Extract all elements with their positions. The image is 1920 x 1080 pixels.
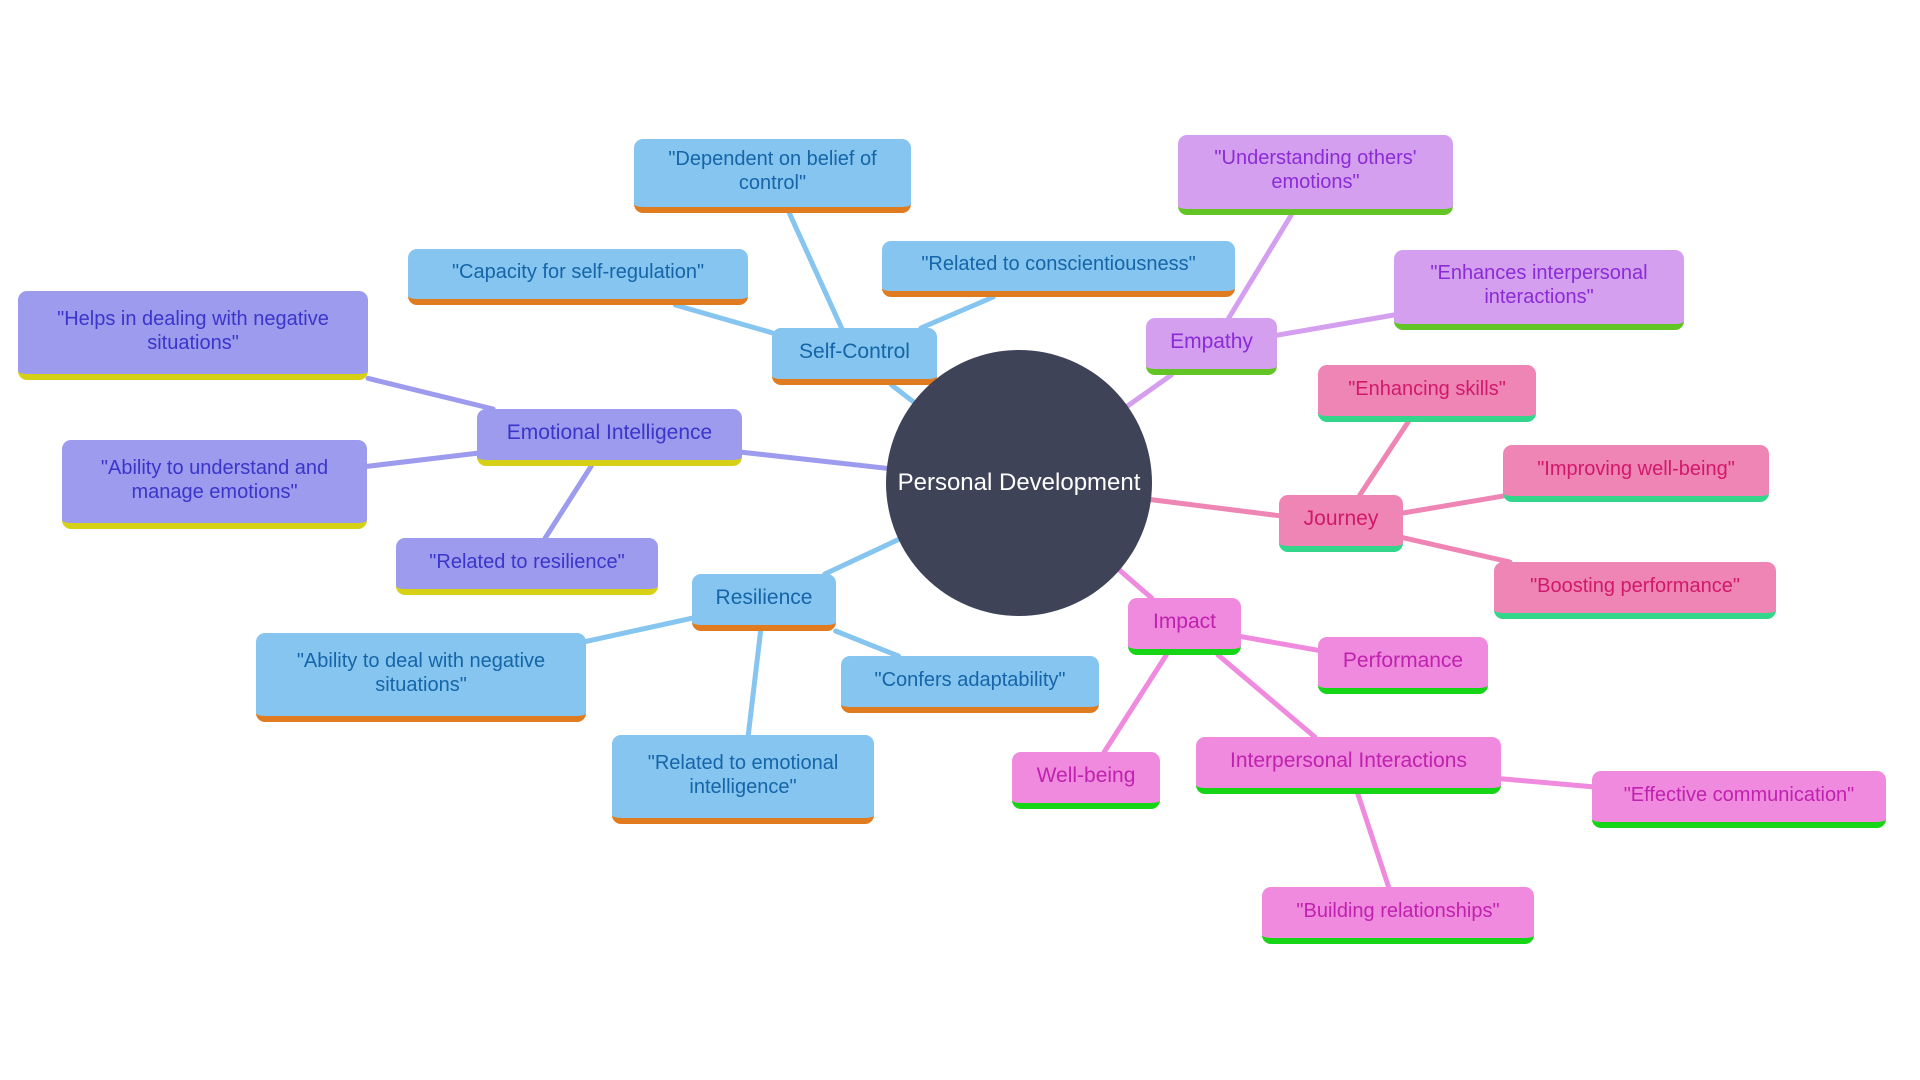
- node-label-rs_adapt: "Confers adaptability": [874, 668, 1066, 691]
- node-em_enhances[interactable]: "Enhances interpersonal interactions": [1394, 250, 1684, 330]
- edge-emotional_intelligence-to-ei_understand: [364, 450, 480, 469]
- node-resilience[interactable]: Resilience: [692, 574, 836, 631]
- edge-journey-to-jn_skills: [1357, 419, 1411, 498]
- edge-resilience-to-rs_adapt: [833, 628, 901, 659]
- edge-resilience-to-rs_ei: [745, 628, 764, 738]
- node-label-self_control: Self-Control: [799, 340, 910, 364]
- node-ei_understand[interactable]: "Ability to understand and manage emotio…: [62, 440, 367, 529]
- node-ii_relationships[interactable]: "Building relationships": [1262, 887, 1534, 944]
- node-label-em_understand: "Understanding others' emotions": [1214, 147, 1417, 193]
- node-label-ip_wellbeing: Well-being: [1036, 764, 1136, 788]
- node-label-journey: Journey: [1303, 507, 1379, 531]
- node-label-ei_resilience: "Related to resilience": [429, 550, 625, 573]
- node-sc_belief[interactable]: "Dependent on belief of control": [634, 139, 911, 213]
- node-label-empathy: Empathy: [1170, 330, 1253, 354]
- edge-journey-to-jn_performance: [1400, 535, 1513, 565]
- root-node[interactable]: Personal Development: [886, 350, 1152, 616]
- node-label-jn_performance: "Boosting performance": [1530, 574, 1740, 597]
- node-ip_performance[interactable]: Performance: [1318, 637, 1488, 694]
- edge-ip_interpersonal-to-ii_communication: [1498, 776, 1595, 790]
- node-label-emotional_intelligence: Emotional Intelligence: [506, 421, 713, 445]
- node-label-ii_relationships: "Building relationships": [1296, 899, 1500, 922]
- node-label-rs_negative: "Ability to deal with negative situation…: [296, 649, 546, 696]
- node-sc_capacity[interactable]: "Capacity for self-regulation": [408, 249, 748, 305]
- edge-impact-to-ip_interpersonal: [1215, 652, 1318, 740]
- edge-impact-to-ip_wellbeing: [1101, 652, 1169, 755]
- node-rs_negative[interactable]: "Ability to deal with negative situation…: [256, 633, 586, 722]
- node-label-jn_skills: "Enhancing skills": [1348, 377, 1506, 400]
- node-label-ip_performance: Performance: [1342, 649, 1464, 673]
- edge-root-to-impact: [1116, 567, 1155, 601]
- node-rs_adapt[interactable]: "Confers adaptability": [841, 656, 1099, 713]
- edge-empathy-to-em_enhances: [1274, 312, 1397, 338]
- node-label-sc_conscient: "Related to conscientiousness": [921, 253, 1196, 276]
- node-label-ip_interpersonal: Interpersonal Interactions: [1230, 749, 1467, 773]
- edge-impact-to-ip_performance: [1238, 634, 1321, 653]
- edge-resilience-to-rs_negative: [583, 615, 695, 644]
- edge-root-to-empathy: [1124, 372, 1174, 409]
- node-ei_negative[interactable]: "Helps in dealing with negative situatio…: [18, 291, 368, 380]
- node-sc_conscient[interactable]: "Related to conscientiousness": [882, 241, 1235, 297]
- node-em_understand[interactable]: "Understanding others' emotions": [1178, 135, 1453, 215]
- edge-root-to-emotional_intelligence: [739, 449, 890, 471]
- edge-self_control-to-sc_conscient: [918, 294, 996, 331]
- node-journey[interactable]: Journey: [1279, 495, 1403, 552]
- edge-self_control-to-sc_belief: [786, 210, 845, 331]
- node-ii_communication[interactable]: "Effective communication": [1592, 771, 1886, 828]
- node-label-rs_ei: "Related to emotional intelligence": [647, 751, 839, 798]
- node-label-ei_understand: "Ability to understand and manage emotio…: [100, 456, 329, 503]
- edge-root-to-journey: [1148, 497, 1282, 519]
- node-jn_skills[interactable]: "Enhancing skills": [1318, 365, 1536, 422]
- root-node-label: Personal Development: [897, 469, 1141, 496]
- edge-emotional_intelligence-to-ei_negative: [365, 375, 496, 412]
- node-label-ii_communication: "Effective communication": [1623, 783, 1855, 806]
- node-label-ei_negative: "Helps in dealing with negative situatio…: [57, 307, 329, 354]
- node-empathy[interactable]: Empathy: [1146, 318, 1277, 375]
- mindmap-canvas: Personal Development Self-Control "Depend…: [0, 0, 1920, 1080]
- node-label-impact: Impact: [1152, 610, 1217, 634]
- node-impact[interactable]: Impact: [1128, 598, 1241, 655]
- edge-root-to-resilience: [822, 536, 902, 577]
- node-ip_interpersonal[interactable]: Interpersonal Interactions: [1196, 737, 1501, 794]
- node-jn_wellbeing[interactable]: "Improving well-being": [1503, 445, 1769, 502]
- edge-root-to-self_control: [889, 382, 917, 405]
- node-label-em_enhances: "Enhances interpersonal interactions": [1430, 262, 1648, 308]
- edge-journey-to-jn_wellbeing: [1400, 493, 1506, 516]
- edge-self_control-to-sc_capacity: [672, 302, 775, 336]
- node-ip_wellbeing[interactable]: Well-being: [1012, 752, 1160, 809]
- node-label-jn_wellbeing: "Improving well-being": [1537, 457, 1735, 480]
- node-ei_resilience[interactable]: "Related to resilience": [396, 538, 658, 595]
- node-emotional_intelligence[interactable]: Emotional Intelligence: [477, 409, 742, 466]
- edge-ip_interpersonal-to-ii_relationships: [1355, 791, 1392, 890]
- node-rs_ei[interactable]: "Related to emotional intelligence": [612, 735, 874, 824]
- node-label-sc_belief: "Dependent on belief of control": [668, 148, 877, 194]
- edge-empathy-to-em_understand: [1226, 212, 1294, 321]
- node-label-sc_capacity: "Capacity for self-regulation": [451, 261, 705, 284]
- node-label-resilience: Resilience: [715, 586, 813, 610]
- node-self_control[interactable]: Self-Control: [772, 328, 937, 385]
- edge-emotional_intelligence-to-ei_resilience: [542, 463, 594, 541]
- node-jn_performance[interactable]: "Boosting performance": [1494, 562, 1776, 619]
